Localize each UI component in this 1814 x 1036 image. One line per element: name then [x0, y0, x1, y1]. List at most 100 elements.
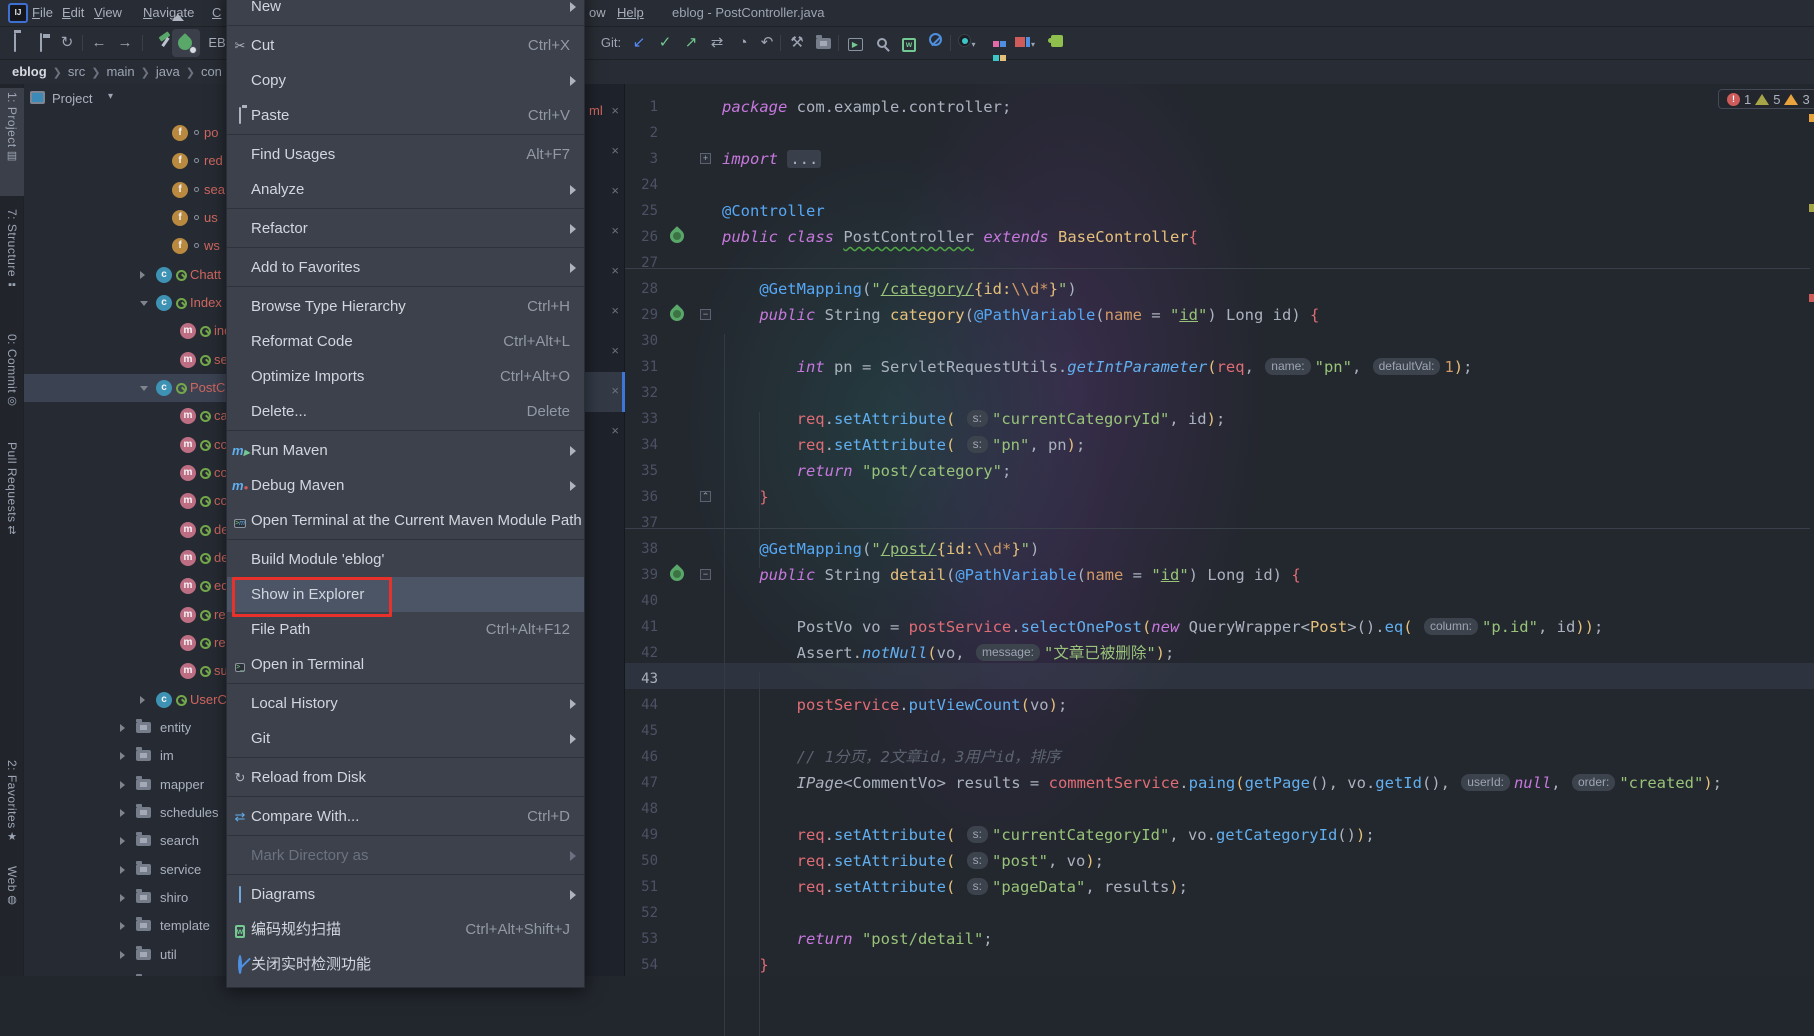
menu-item-reformat-code[interactable]: Reformat CodeCtrl+Alt+L	[227, 324, 584, 359]
public-key-icon	[176, 270, 185, 281]
tree-item-label: Chatt	[190, 267, 221, 282]
menu-item-编码规约扫描[interactable]: w编码规约扫描Ctrl+Alt+Shift+J	[227, 912, 584, 947]
error-stripe-mark[interactable]	[1809, 204, 1814, 212]
run-anything-icon[interactable]: ▶	[844, 32, 866, 54]
fold-marker-end[interactable]: ⌃	[700, 491, 711, 502]
chevron-right-icon[interactable]	[140, 271, 145, 279]
menu-view[interactable]: View	[94, 5, 122, 20]
fold-marker-minus[interactable]: −	[700, 309, 711, 320]
spring-bean-icon[interactable]	[667, 226, 687, 246]
menu-item-local-history[interactable]: Local History	[227, 686, 584, 721]
sync-icon[interactable]: ↻	[56, 32, 78, 54]
rollback-icon[interactable]: ↶	[756, 32, 778, 54]
tool-strip-label: 0: Commit	[5, 334, 19, 393]
chevron-down-icon[interactable]	[140, 386, 148, 391]
save-icon[interactable]	[30, 32, 52, 54]
line-number: 27	[616, 250, 658, 276]
code-scan-icon[interactable]: w	[898, 32, 920, 54]
error-stripe-mark[interactable]	[1809, 114, 1814, 122]
menu-item-analyze[interactable]: Analyze	[227, 172, 584, 207]
breadcrumb-item[interactable]: eblog	[12, 64, 47, 79]
inspections-widget[interactable]: ! 1 5 3	[1718, 89, 1814, 109]
history-clock-icon[interactable]: ◔	[732, 32, 754, 54]
chevron-right-icon[interactable]	[120, 922, 125, 930]
code-line: PostVo vo = postService.selectOnePost(ne…	[722, 614, 1603, 640]
menu-item-paste[interactable]: PasteCtrl+V	[227, 98, 584, 133]
fold-marker-plus[interactable]: +	[700, 153, 711, 164]
menu-item-browse-type-hierarchy[interactable]: Browse Type HierarchyCtrl+H	[227, 289, 584, 324]
material-colors-icon[interactable]	[988, 32, 1010, 54]
error-stripe-mark[interactable]	[1809, 294, 1814, 302]
build-hammer-icon[interactable]	[146, 32, 168, 54]
chevron-right-icon[interactable]	[120, 752, 125, 760]
menu-item-compare-with-[interactable]: ⇄Compare With...Ctrl+D	[227, 799, 584, 834]
git-update-icon[interactable]: ↙	[628, 32, 650, 54]
git-diff-icon[interactable]: ⇄	[706, 32, 728, 54]
menu-edit[interactable]: Edit	[62, 5, 84, 20]
chevron-right-icon[interactable]	[120, 781, 125, 789]
menu-item-diagrams[interactable]: Diagrams	[227, 877, 584, 912]
menu-file[interactable]: File	[32, 5, 53, 20]
menu-item-add-to-favorites[interactable]: Add to Favorites	[227, 250, 584, 285]
breadcrumb-item[interactable]: java	[156, 64, 180, 79]
settings-wrench-icon[interactable]: ⚒	[786, 32, 808, 54]
spring-mapping-icon[interactable]	[667, 304, 687, 324]
chevron-down-icon[interactable]	[140, 301, 148, 306]
menu-item-open-in-terminal[interactable]: >_Open in Terminal	[227, 647, 584, 682]
menu-item-file-path[interactable]: File PathCtrl+Alt+F12	[227, 612, 584, 647]
menu-item-optimize-imports[interactable]: Optimize ImportsCtrl+Alt+O	[227, 359, 584, 394]
project-structure-icon[interactable]	[812, 32, 834, 54]
menu-item-copy[interactable]: Copy	[227, 63, 584, 98]
menu-item-delete-[interactable]: Delete...Delete	[227, 394, 584, 429]
chevron-right-icon[interactable]	[120, 809, 125, 817]
menu-item-关闭实时检测功能[interactable]: 关闭实时检测功能	[227, 947, 584, 982]
menu-help[interactable]: Help	[617, 5, 644, 20]
spring-mapping-icon[interactable]	[667, 564, 687, 584]
breadcrumb-item[interactable]: con	[201, 64, 222, 79]
database-plugin-icon[interactable]: ▾	[1014, 32, 1036, 54]
chevron-right-icon[interactable]	[120, 866, 125, 874]
menu-item-refactor[interactable]: Refactor	[227, 211, 584, 246]
disable-inspection-icon[interactable]	[924, 32, 946, 54]
chevron-right-icon[interactable]	[120, 724, 125, 732]
menu-navigate[interactable]: Navigate	[143, 5, 194, 20]
menu-window-fragment[interactable]: ow	[589, 5, 606, 20]
tree-item-label: po	[204, 125, 218, 140]
menu-item-git[interactable]: Git	[227, 721, 584, 756]
plugin-circle-icon[interactable]: ▾	[956, 32, 978, 54]
tree-item-label: template	[160, 918, 210, 933]
menu-scroll-up-icon[interactable]	[172, 14, 184, 21]
tool-strip--structure[interactable]: 7: Structure▪▪	[0, 205, 24, 323]
menu-item-cut[interactable]: ✂CutCtrl+X	[227, 28, 584, 63]
breadcrumb-item[interactable]: src	[68, 64, 85, 79]
menu-item-run-maven[interactable]: m▶Run Maven	[227, 433, 584, 468]
tool-strip-web[interactable]: Web◍	[0, 862, 24, 912]
open-icon[interactable]	[4, 32, 26, 54]
menu-c[interactable]: C	[212, 5, 221, 20]
submenu-arrow-icon	[570, 76, 576, 86]
search-everywhere-icon[interactable]	[872, 32, 894, 54]
menu-item-new[interactable]: New	[227, 0, 584, 24]
menu-item-reload-from-disk[interactable]: ↻Reload from Disk	[227, 760, 584, 795]
tool-strip--favorites[interactable]: 2: Favorites★	[0, 756, 24, 854]
chevron-right-icon[interactable]	[120, 894, 125, 902]
git-push-icon[interactable]: ↗	[680, 32, 702, 54]
plugin-puzzle-icon[interactable]	[1046, 32, 1068, 54]
tool-strip--project[interactable]: 1: Project▤	[0, 88, 24, 196]
forward-icon[interactable]: →	[114, 32, 136, 54]
fold-marker-minus[interactable]: −	[700, 569, 711, 580]
breadcrumb-item[interactable]: main	[106, 64, 134, 79]
back-icon[interactable]: ←	[88, 32, 110, 54]
chevron-right-icon[interactable]	[120, 951, 125, 959]
run-with-coverage-button[interactable]	[172, 29, 200, 57]
chevron-right-icon[interactable]	[120, 837, 125, 845]
chevron-right-icon[interactable]	[140, 696, 145, 704]
commit-icon: ◎	[6, 395, 19, 408]
git-commit-icon[interactable]: ✓	[654, 32, 676, 54]
tool-strip--commit[interactable]: 0: Commit ◎	[0, 330, 24, 430]
menu-item-debug-maven[interactable]: m●Debug Maven	[227, 468, 584, 503]
menu-item-build-module-eblog-[interactable]: Build Module 'eblog'	[227, 542, 584, 577]
menu-item-open-terminal-at-the-current-maven-module-path[interactable]: >mOpen Terminal at the Current Maven Mod…	[227, 503, 584, 538]
tool-strip-pull-requests[interactable]: Pull Requests⇅	[0, 438, 24, 568]
menu-item-find-usages[interactable]: Find UsagesAlt+F7	[227, 137, 584, 172]
